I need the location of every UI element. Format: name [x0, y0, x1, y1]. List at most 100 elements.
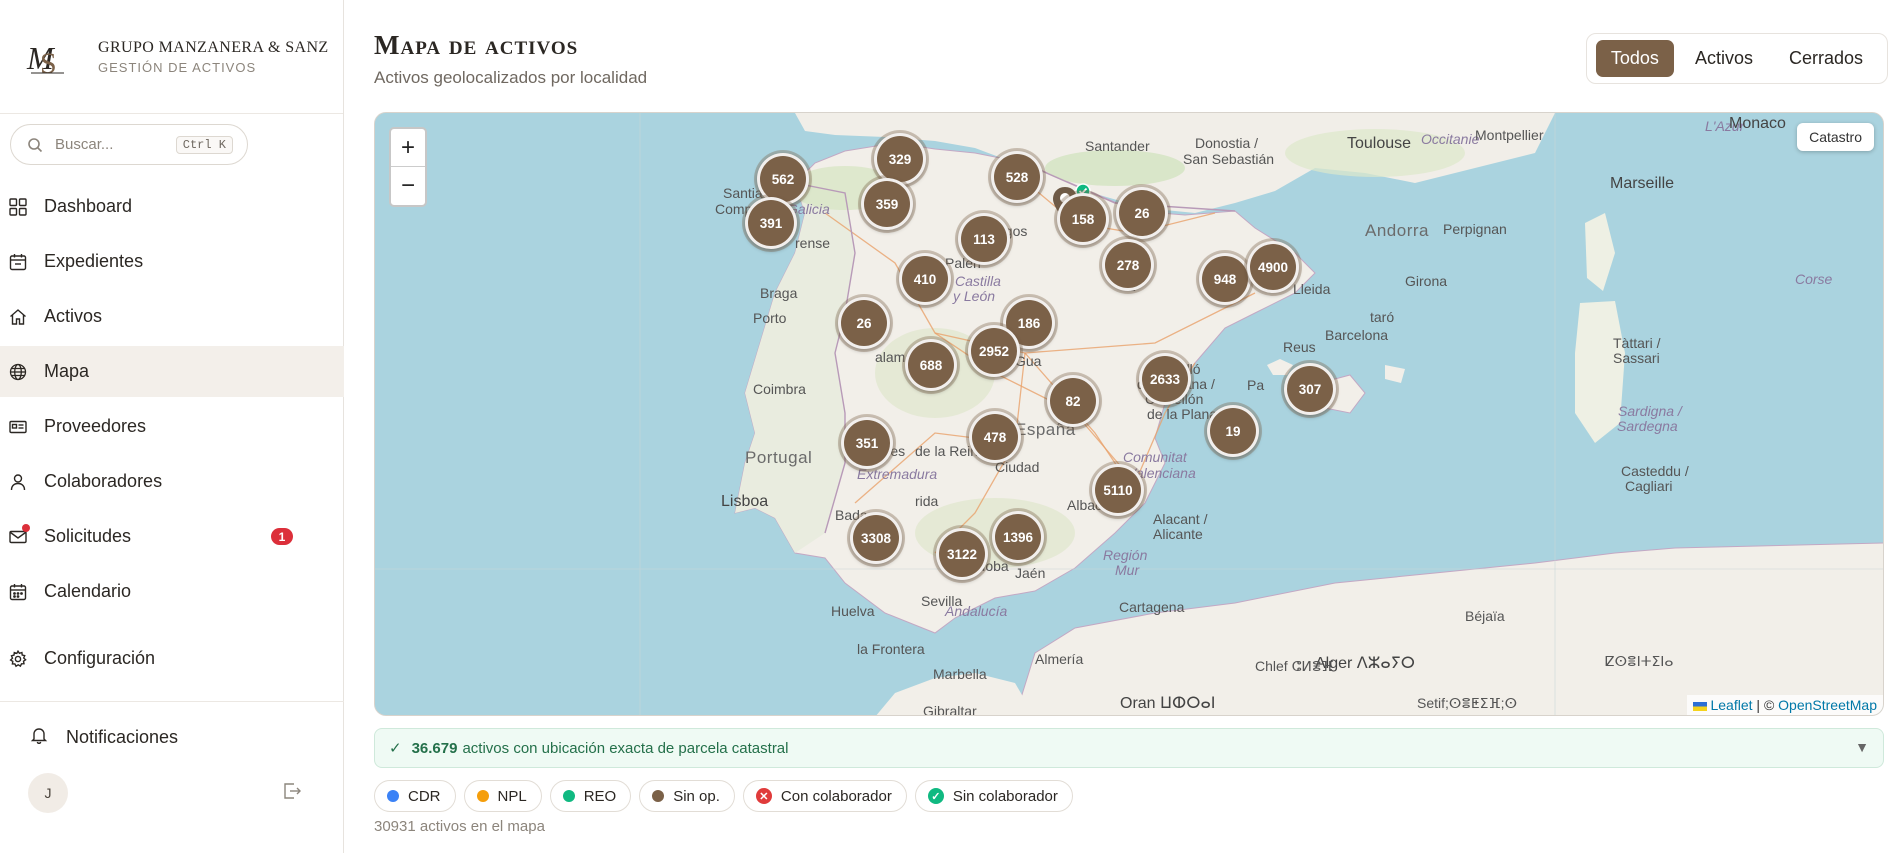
notifications-button[interactable]: Notificaciones	[30, 726, 178, 749]
map-label: la Frontera	[857, 641, 925, 657]
search-placeholder: Buscar...	[55, 136, 114, 153]
sidebar-item-configuracion[interactable]: Configuración	[0, 633, 344, 684]
legend-chip-sin-op[interactable]: Sin op.	[639, 780, 735, 812]
map-label: Pa	[1247, 377, 1265, 393]
map-label: Porto	[753, 310, 787, 326]
attribution-separator: | ©	[1752, 697, 1779, 713]
map-asset-count: 30931 activos en el mapa	[374, 818, 545, 835]
sidebar-item-activos[interactable]: Activos	[0, 291, 344, 342]
map-cluster[interactable]: 5110	[1092, 464, 1144, 516]
map-label: Donostia /	[1195, 135, 1259, 151]
map-label: Perpignan	[1443, 221, 1507, 237]
sidebar-item-colaboradores[interactable]: Colaboradores	[0, 456, 344, 507]
map-label: Barcelona	[1325, 327, 1389, 343]
leaflet-link[interactable]: Leaflet	[1710, 697, 1752, 713]
map-label: Oran ⵡⵀⵔⴰⵏ	[1120, 695, 1216, 712]
map-cluster[interactable]: 82	[1047, 375, 1099, 427]
map-label: Chlef ⵛⵍⴻⴼ	[1255, 658, 1334, 674]
map-label: Portugal	[745, 448, 813, 467]
legend-chip-con-colaborador[interactable]: ✕ Con colaborador	[742, 780, 907, 812]
sidebar-item-solicitudes[interactable]: Solicitudes 1	[0, 511, 344, 562]
map-label: Occitanie	[1421, 131, 1480, 147]
map-label: Tàttari /	[1613, 335, 1661, 351]
legend-chip-sin-colaborador[interactable]: ✓ Sin colaborador	[914, 780, 1073, 812]
zoom-control: + −	[389, 127, 427, 207]
page-subtitle: Activos geolocalizados por localidad	[374, 68, 648, 87]
map-cluster[interactable]: 113	[958, 213, 1010, 265]
info-count: 36.679	[411, 739, 458, 757]
legend-label: Con colaborador	[780, 787, 892, 805]
map-cluster[interactable]: 478	[969, 411, 1021, 463]
dot-icon	[476, 790, 489, 802]
grid-icon	[8, 197, 28, 217]
sidebar-item-expedientes[interactable]: Expedientes	[0, 236, 344, 287]
chevron-down-icon[interactable]: ▼	[1855, 739, 1869, 755]
sidebar-item-label: Dashboard	[44, 196, 133, 216]
map-label: Toulouse	[1347, 135, 1412, 152]
logout-button[interactable]	[282, 781, 302, 806]
map-cluster[interactable]: 158	[1057, 193, 1109, 245]
legend-label: Sin colaborador	[952, 787, 1058, 805]
map-cluster[interactable]: 329	[874, 133, 926, 185]
map-cluster[interactable]: 4900	[1247, 241, 1299, 293]
map-cluster[interactable]: 948	[1199, 253, 1251, 305]
sidebar-item-mapa[interactable]: Mapa	[0, 346, 344, 397]
map-cluster[interactable]: 3308	[850, 512, 902, 564]
brand-name: GRUPO MANZANERA & SANZ	[98, 38, 329, 56]
zoom-out-button[interactable]: −	[391, 167, 425, 205]
legend-chip-npl[interactable]: NPL	[463, 780, 542, 812]
sidebar-item-label: Proveedores	[44, 416, 147, 436]
dot-icon	[387, 790, 399, 802]
map-label: Gibraltar	[923, 703, 977, 716]
map-label: Montpellier	[1475, 127, 1544, 143]
filter-cerrados[interactable]: Cerrados	[1774, 40, 1878, 77]
map-cluster[interactable]: 26	[1116, 187, 1168, 239]
map-cluster[interactable]: 2952	[968, 325, 1020, 377]
x-circle-icon: ✕	[755, 788, 772, 804]
map-cluster[interactable]: 19	[1207, 405, 1259, 457]
osm-link[interactable]: OpenStreetMap	[1778, 697, 1877, 713]
map-label: Jaén	[1015, 565, 1046, 581]
map-label: Andorra	[1365, 221, 1429, 240]
map-label: Girona	[1405, 273, 1448, 289]
zoom-in-button[interactable]: +	[391, 129, 425, 167]
map-cluster[interactable]: 1396	[992, 511, 1044, 563]
map-cluster[interactable]: 351	[841, 417, 893, 469]
map-label: Lisboa	[721, 493, 769, 510]
main-content: Mapa de activos Activos geolocalizados p…	[344, 0, 1898, 853]
legend-chip-reo[interactable]: REO	[549, 780, 632, 812]
map-cluster[interactable]: 410	[899, 253, 951, 305]
dot-icon	[562, 790, 575, 802]
legend-chip-cdr[interactable]: CDR	[374, 780, 456, 812]
map-label: rida	[915, 493, 939, 509]
map-cluster[interactable]: 307	[1284, 363, 1336, 415]
sidebar-item-calendario[interactable]: Calendario	[0, 566, 344, 617]
divider	[0, 701, 344, 702]
sidebar-item-label: Colaboradores	[44, 471, 163, 491]
brand: M S GRUPO MANZANERA & SANZ GESTIÓN DE AC…	[0, 0, 343, 114]
map-label: Sevilla	[921, 593, 963, 609]
sidebar-item-proveedores[interactable]: Proveedores	[0, 401, 344, 452]
map-label: Béjaïa	[1465, 608, 1505, 624]
legend-label: NPL	[497, 787, 527, 805]
filter-todos[interactable]: Todos	[1595, 40, 1674, 77]
mail-icon	[8, 523, 30, 547]
catastro-info-bar[interactable]: ✓ 36.679 activos con ubicación exacta de…	[374, 728, 1884, 768]
user-icon	[8, 472, 28, 492]
map-label: Mur	[1115, 562, 1140, 578]
search-input[interactable]: Buscar... Ctrl K	[10, 124, 248, 165]
map-cluster[interactable]: 26	[838, 297, 890, 349]
map[interactable]: Santander Donostia / San Sebastián Toulo…	[374, 112, 1884, 716]
map-cluster[interactable]: 391	[745, 197, 797, 249]
map-cluster[interactable]: 2633	[1139, 353, 1191, 405]
filter-activos[interactable]: Activos	[1680, 40, 1768, 77]
map-cluster[interactable]: 278	[1102, 239, 1154, 291]
map-cluster[interactable]: 359	[861, 178, 913, 230]
catastro-layer-button[interactable]: Catastro	[1797, 123, 1874, 151]
map-label: San Sebastián	[1183, 151, 1275, 167]
map-cluster[interactable]: 688	[905, 339, 957, 391]
map-cluster[interactable]: 528	[991, 151, 1043, 203]
map-cluster[interactable]: 3122	[936, 528, 988, 580]
sidebar-item-dashboard[interactable]: Dashboard	[0, 181, 344, 232]
avatar[interactable]: J	[28, 773, 68, 813]
